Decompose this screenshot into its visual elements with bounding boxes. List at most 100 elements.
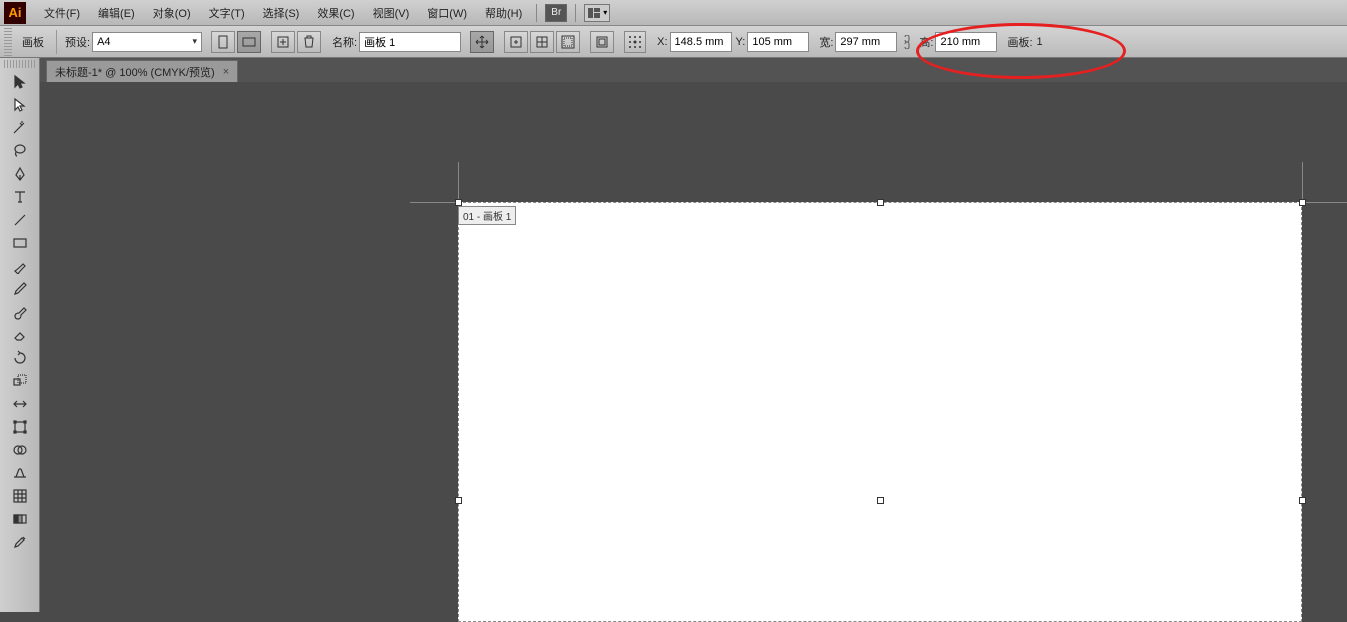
- x-value: 148.5 mm: [675, 36, 724, 48]
- new-icon: [276, 35, 290, 49]
- reference-point-icon: [628, 35, 642, 49]
- artboards-label: 画板:: [1007, 34, 1032, 50]
- active-tool-label: 画板: [16, 34, 50, 50]
- link-icon[interactable]: [901, 35, 913, 49]
- preset-value: A4: [97, 36, 110, 48]
- mesh-tool[interactable]: [3, 484, 37, 507]
- move-icon: [475, 35, 489, 49]
- blob-brush-tool[interactable]: [3, 300, 37, 323]
- artboard-options-button[interactable]: [590, 31, 614, 53]
- width-value: 297 mm: [840, 36, 880, 48]
- center-mark-icon: [509, 35, 523, 49]
- preset-select[interactable]: A4: [92, 32, 202, 52]
- menubar: Ai 文件(F) 编辑(E) 对象(O) 文字(T) 选择(S) 效果(C) 视…: [0, 0, 1347, 26]
- free-transform-tool[interactable]: [3, 415, 37, 438]
- divider: [536, 4, 537, 22]
- close-icon[interactable]: ×: [223, 66, 229, 78]
- menu-type[interactable]: 文字(T): [201, 3, 253, 23]
- scale-tool[interactable]: [3, 369, 37, 392]
- selection-tool[interactable]: [3, 70, 37, 93]
- handle-bl[interactable]: [455, 497, 462, 504]
- eraser-tool[interactable]: [3, 323, 37, 346]
- control-bar: 画板 预设: A4 名称: 画板 1 X: 148.5 mm Y: 105 mm…: [0, 26, 1347, 58]
- pen-tool[interactable]: [3, 162, 37, 185]
- document-tab[interactable]: 未标题-1* @ 100% (CMYK/预览) ×: [46, 60, 238, 82]
- delete-artboard-button[interactable]: [297, 31, 321, 53]
- y-label: Y:: [736, 36, 746, 48]
- grip-icon[interactable]: [4, 28, 12, 56]
- preset-label: 预设:: [65, 34, 90, 50]
- move-with-artboard-button[interactable]: [470, 31, 494, 53]
- rectangle-tool[interactable]: [3, 231, 37, 254]
- chain-icon: [901, 35, 913, 49]
- y-value: 105 mm: [752, 36, 792, 48]
- height-input[interactable]: 210 mm: [935, 32, 997, 52]
- x-input[interactable]: 148.5 mm: [670, 32, 732, 52]
- line-tool[interactable]: [3, 208, 37, 231]
- canvas[interactable]: 01 - 画板 1: [40, 82, 1347, 612]
- landscape-button[interactable]: [237, 31, 261, 53]
- eyedropper-tool[interactable]: [3, 530, 37, 553]
- menu-edit[interactable]: 编辑(E): [90, 3, 143, 23]
- width-input[interactable]: 297 mm: [835, 32, 897, 52]
- arrange-documents-button[interactable]: ▾: [584, 4, 610, 22]
- document-tabbar: 未标题-1* @ 100% (CMYK/预览) ×: [0, 58, 1347, 82]
- portrait-icon: [216, 35, 230, 49]
- width-tool[interactable]: [3, 392, 37, 415]
- selection-box: [458, 202, 1302, 622]
- options-icon: [595, 35, 609, 49]
- grid-icon: [587, 7, 601, 19]
- x-label: X:: [657, 36, 667, 48]
- grip-icon[interactable]: [4, 60, 35, 68]
- lasso-tool[interactable]: [3, 139, 37, 162]
- menu-file[interactable]: 文件(F): [36, 3, 88, 23]
- crosshair-icon: [535, 35, 549, 49]
- chevron-down-icon: ▾: [603, 8, 607, 17]
- handle-bc[interactable]: [877, 497, 884, 504]
- artboard-label[interactable]: 01 - 画板 1: [458, 206, 516, 225]
- bridge-button[interactable]: Br: [545, 4, 567, 22]
- tab-title: 未标题-1* @ 100% (CMYK/预览): [55, 64, 215, 80]
- type-tool[interactable]: [3, 185, 37, 208]
- height-label: 高:: [919, 34, 933, 50]
- menu-view[interactable]: 视图(V): [365, 3, 418, 23]
- divider: [56, 30, 57, 54]
- name-label: 名称:: [332, 34, 357, 50]
- name-value: 画板 1: [364, 34, 395, 50]
- menu-help[interactable]: 帮助(H): [477, 3, 530, 23]
- guide-v: [458, 162, 459, 202]
- handle-tr[interactable]: [1299, 199, 1306, 206]
- handle-tl[interactable]: [455, 199, 462, 206]
- safe-area-icon: [561, 35, 575, 49]
- trash-icon: [302, 35, 316, 49]
- pencil-tool[interactable]: [3, 277, 37, 300]
- tools-panel: [0, 58, 40, 612]
- rotate-tool[interactable]: [3, 346, 37, 369]
- direct-selection-tool[interactable]: [3, 93, 37, 116]
- artboards-count: 1: [1037, 36, 1043, 48]
- paintbrush-tool[interactable]: [3, 254, 37, 277]
- menu-effect[interactable]: 效果(C): [309, 3, 362, 23]
- name-input[interactable]: 画板 1: [359, 32, 461, 52]
- menu-object[interactable]: 对象(O): [145, 3, 199, 23]
- width-label: 宽:: [819, 34, 833, 50]
- new-artboard-button[interactable]: [271, 31, 295, 53]
- landscape-icon: [242, 35, 256, 49]
- show-crosshair-button[interactable]: [530, 31, 554, 53]
- gradient-tool[interactable]: [3, 507, 37, 530]
- guide-v: [1302, 162, 1303, 202]
- y-input[interactable]: 105 mm: [747, 32, 809, 52]
- portrait-button[interactable]: [211, 31, 235, 53]
- menu-select[interactable]: 选择(S): [255, 3, 308, 23]
- perspective-grid-tool[interactable]: [3, 461, 37, 484]
- magic-wand-tool[interactable]: [3, 116, 37, 139]
- reference-point-button[interactable]: [624, 31, 646, 53]
- handle-tc[interactable]: [877, 199, 884, 206]
- app-logo: Ai: [4, 2, 26, 24]
- show-center-button[interactable]: [504, 31, 528, 53]
- show-safe-area-button[interactable]: [556, 31, 580, 53]
- divider: [575, 4, 576, 22]
- handle-br[interactable]: [1299, 497, 1306, 504]
- shape-builder-tool[interactable]: [3, 438, 37, 461]
- menu-window[interactable]: 窗口(W): [419, 3, 475, 23]
